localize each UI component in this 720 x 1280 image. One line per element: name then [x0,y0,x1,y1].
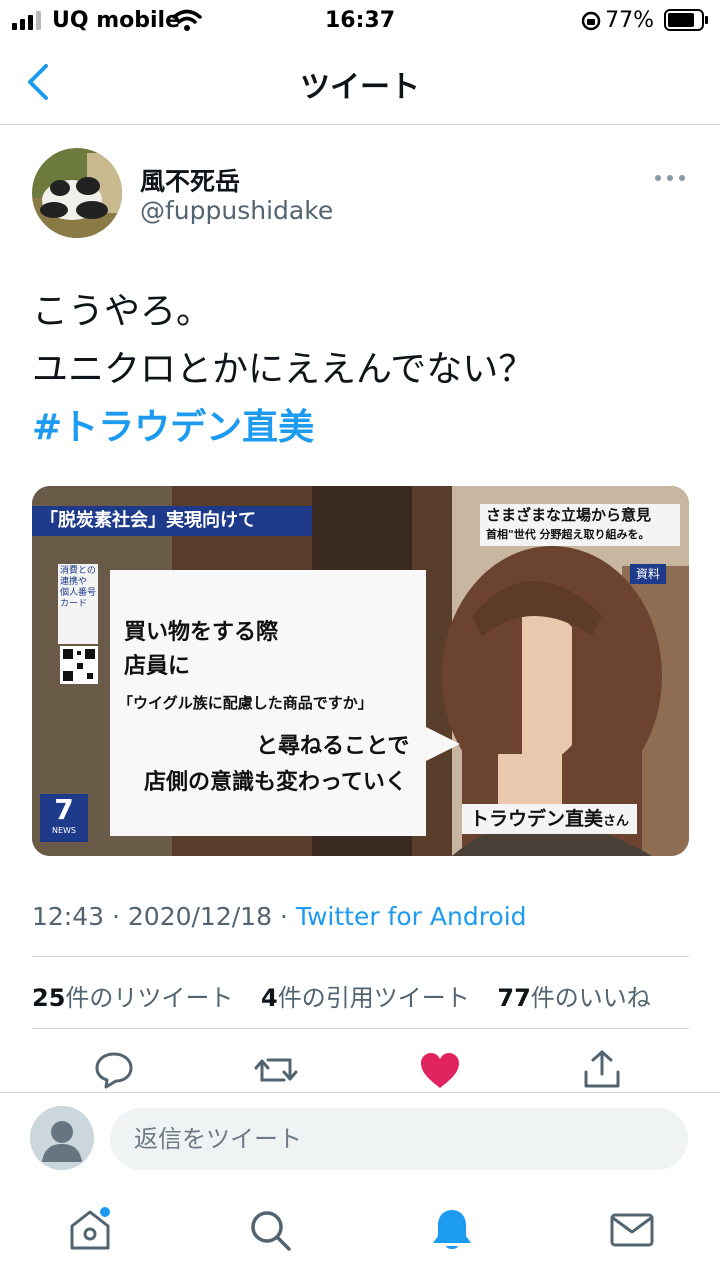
messages-mail-icon[interactable] [608,1206,656,1254]
channel-logo: 7 NEWS [40,794,88,842]
tweet-meta: 12:43 · 2020/12/18 · Twitter for Android [32,902,527,931]
source-tag: 資料 [630,564,666,584]
divider [32,1028,689,1029]
status-bar: UQ mobile 16:37 77% [0,0,720,40]
top-navigation-bar: ツイート [0,40,720,125]
name-caption-name: トラウデン直美 [470,808,604,830]
likes-label: 件のいいね [530,984,651,1012]
quotes-count: 4 [261,984,278,1012]
author-handle[interactable]: @fuppushidake [140,196,333,225]
tweet-text-line-2: ユニクロとかにええんでない？ [32,349,535,390]
tweet-text-line-1: こうやろ。 [32,291,213,332]
likes-count: 77 [497,984,531,1012]
quote-line-4: と尋ねることで [256,734,410,759]
author-name[interactable]: 風不死岳 [140,162,240,198]
retweet-icon[interactable] [254,1048,298,1092]
more-options-icon[interactable] [652,166,688,190]
orientation-lock-icon [581,11,601,31]
side-text: 消費との連携や 個人番号カード [58,564,98,644]
news-top-banner: 「脱炭素社会」実現向けて [32,506,312,536]
reply-icon[interactable] [92,1048,136,1092]
battery-percentage: 77% [605,8,654,33]
like-heart-icon[interactable] [418,1048,462,1092]
author-avatar[interactable] [32,148,122,238]
logo-number: 7 [54,793,74,826]
caption-line-2: 首相"世代 分野超え取り組みを。 [486,528,650,541]
page-title: ツイート [300,70,420,105]
likes-stat[interactable]: 77件のいいね [497,984,650,1012]
tweet-source-link[interactable]: Twitter for Android [296,902,527,931]
quote-line-1: 買い物をする際 [124,620,279,645]
panda-avatar-image [32,148,122,238]
divider [32,956,689,957]
quote-line-5: 店側の意識も変わっていく [144,770,407,795]
reply-input[interactable] [110,1108,688,1170]
name-caption: トラウデン直美さん [462,804,638,834]
tweet-timestamp: 12:43 · 2020/12/18 · [32,902,296,931]
news-top-right-caption: さまざまな立場から意見 首相"世代 分野超え取り組みを。 [480,504,680,546]
notifications-bell-icon[interactable] [428,1206,476,1254]
engagement-stats: 25件のリツイート 4件の引用ツイート 77件のいいね [32,978,671,1013]
quote-line-2: 店員に [124,654,191,679]
hashtag-link[interactable]: #トラウデン直美 [32,398,314,450]
search-icon[interactable] [246,1206,294,1254]
retweets-stat[interactable]: 25件のリツイート [32,984,233,1012]
quote-line-3: 「ウイグル族に配慮した商品ですか」 [118,694,373,712]
battery-icon [664,9,708,31]
retweets-count: 25 [32,984,66,1012]
my-avatar[interactable] [30,1106,94,1170]
home-icon[interactable] [66,1206,114,1254]
share-icon[interactable] [580,1048,624,1092]
tweet-media-image[interactable]: 「脱炭素社会」実現向けて さまざまな立場から意見 首相"世代 分野超え取り組みを… [32,486,689,856]
name-caption-suffix: さん [603,814,630,829]
qr-code-icon [60,646,98,684]
quotes-label: 件の引用ツイート [277,984,470,1012]
retweets-label: 件のリツイート [65,984,234,1012]
default-profile-icon [30,1106,94,1170]
speech-tail [424,726,460,762]
quotes-stat[interactable]: 4件の引用ツイート [261,984,470,1012]
caption-line-1: さまざまな立場から意見 [486,506,652,524]
logo-word: NEWS [51,826,77,835]
